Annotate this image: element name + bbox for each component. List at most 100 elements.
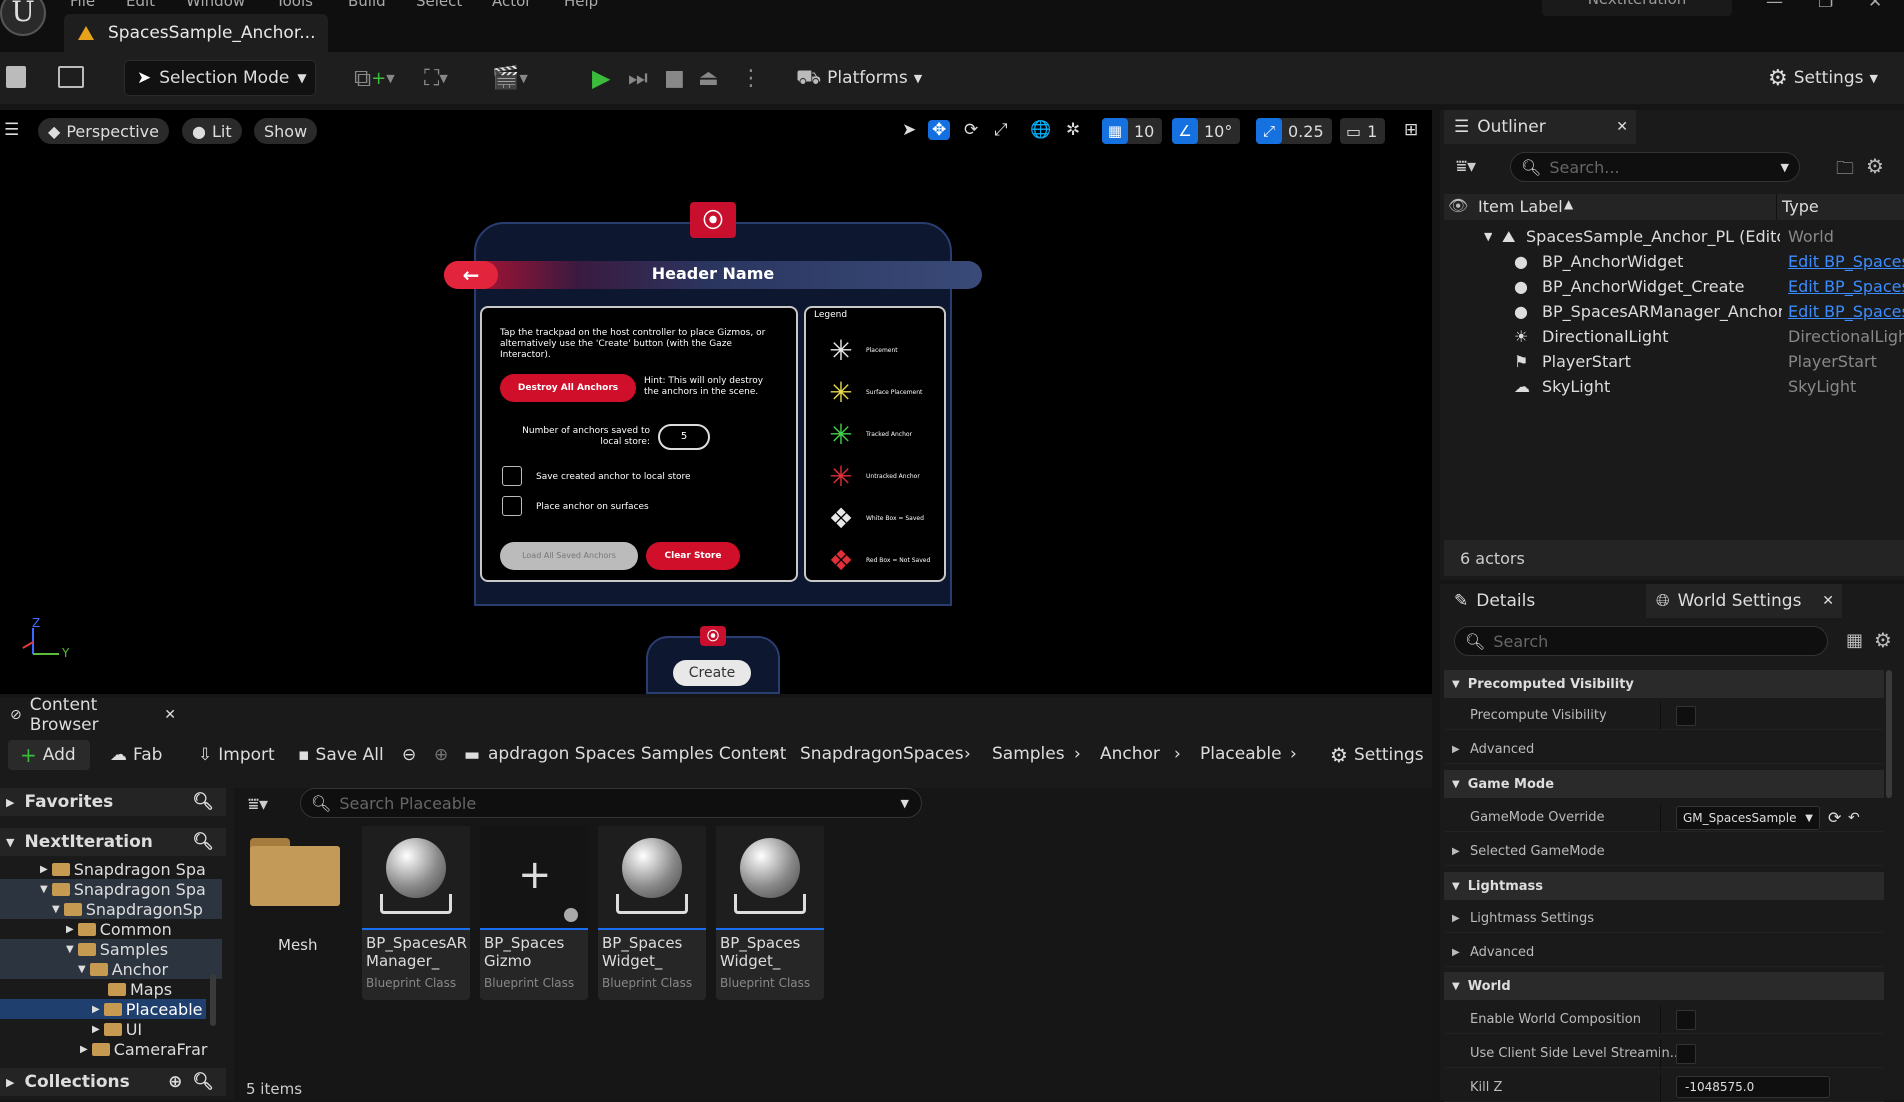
save-icon[interactable] (6, 66, 26, 88)
selection-mode-dropdown[interactable]: ➤ Selection Mode ▼ (124, 60, 316, 96)
chevron-down-icon[interactable]: ▼ (1484, 230, 1492, 243)
add-button[interactable]: + Add (8, 740, 90, 770)
col-type[interactable]: Type (1782, 197, 1819, 216)
more-options-icon[interactable]: ⋮ (740, 60, 762, 96)
add-collection-icon[interactable]: ⊕ (168, 1072, 182, 1092)
col-item-label[interactable]: Item Label (1478, 197, 1563, 216)
show-button[interactable]: Show (254, 118, 318, 144)
tree-item[interactable]: ▶ CameraFrar (0, 1039, 222, 1059)
blueprint-icon[interactable]: ⛶ ▼ (424, 60, 448, 96)
prop-selected-gamemode[interactable]: ▶ Selected GameMode (1444, 838, 1884, 866)
prop-advanced[interactable]: ▶ Advanced (1444, 736, 1884, 764)
eye-icon[interactable]: 👁︎ (1448, 196, 1468, 215)
asset-tile[interactable]: BP_Spaces Widget_ Blueprint Class (716, 826, 824, 1000)
platforms-dropdown[interactable]: ⛟ Platforms ▼ (796, 60, 922, 96)
rotate-tool-icon[interactable]: ⟳ (964, 120, 978, 140)
breadcrumb-item[interactable]: apdragon Spaces Samples Content (488, 744, 786, 764)
content-settings-button[interactable]: ⚙ Settings (1330, 740, 1424, 770)
details-search-input[interactable]: 🔍︎ Search (1454, 626, 1828, 656)
close-icon[interactable]: ✕ (1868, 0, 1882, 12)
back-nav-icon[interactable]: ⊖ (402, 740, 416, 770)
column-divider[interactable] (1776, 194, 1777, 220)
world-space-icon[interactable]: 🌐 (1030, 120, 1051, 140)
world-composition-checkbox[interactable] (1676, 1009, 1696, 1030)
menu-file[interactable]: File (70, 0, 95, 10)
edit-blueprint-link[interactable]: Edit BP_Spaces (1788, 302, 1904, 321)
tree-item-selected[interactable]: ▶ Placeable (0, 999, 206, 1019)
outliner-search-input[interactable]: 🔍︎ Search... ▼ (1510, 152, 1800, 182)
precompute-visibility-checkbox[interactable] (1676, 705, 1696, 726)
project-section[interactable]: ▼ NextIteration 🔍︎ (0, 828, 226, 856)
prop-advanced-lightmass[interactable]: ▶ Advanced (1444, 939, 1884, 967)
play-icon[interactable]: ▶ (592, 60, 610, 96)
folder-icon[interactable]: ▬ (464, 740, 480, 770)
surface-snap-icon[interactable]: ✲ (1066, 120, 1080, 140)
outliner-row[interactable]: ● BP_AnchorWidget Edit BP_Spaces (1440, 249, 1904, 274)
add-actor-icon[interactable]: ⧉ + ▼ (354, 60, 395, 96)
browse-icon[interactable] (58, 66, 84, 88)
add-folder-icon[interactable]: 🗀 (1836, 156, 1854, 186)
menu-build[interactable]: Build (348, 0, 386, 10)
cinematics-icon[interactable]: 🎬 ▼ (492, 60, 528, 96)
category-lightmass[interactable]: ▼ Lightmass (1444, 872, 1884, 900)
lit-button[interactable]: ● Lit (182, 118, 242, 144)
level-tab[interactable]: SpacesSample_Anchor... (64, 14, 328, 52)
close-icon[interactable]: ✕ (1822, 593, 1834, 609)
tree-item[interactable]: ▼ Snapdragon Spa (0, 879, 222, 899)
outliner-row[interactable]: ⚑ PlayerStart PlayerStart (1440, 349, 1904, 374)
load-saved-anchors-button[interactable]: Load All Saved Anchors (500, 542, 638, 570)
edit-blueprint-link[interactable]: Edit BP_Spaces (1788, 252, 1904, 271)
tree-item[interactable]: ▶ UI (0, 1019, 222, 1039)
import-button[interactable]: ⇩ Import (198, 740, 275, 770)
tree-item[interactable]: ▼ Samples (0, 939, 222, 959)
search-icon[interactable]: 🔍︎ (192, 1072, 214, 1092)
client-streaming-checkbox[interactable] (1676, 1043, 1696, 1064)
outliner-row-world[interactable]: ▼ ⛰ SpacesSample_Anchor_PL (Editor) Worl… (1440, 224, 1904, 249)
search-icon[interactable]: 🔍︎ (192, 832, 214, 852)
back-arrow-button[interactable]: ← (444, 261, 498, 289)
filter-icon[interactable]: ⩸▾ (248, 794, 268, 815)
scale-tool-icon[interactable]: ⤢ (994, 120, 1008, 140)
outliner-row[interactable]: ☀ DirectionalLight DirectionalLight (1440, 324, 1904, 349)
tree-item[interactable]: ▼ Anchor (0, 959, 222, 979)
eject-icon[interactable]: ⏏ (698, 60, 719, 96)
forward-nav-icon[interactable]: ⊕ (434, 740, 448, 770)
prop-lightmass-settings[interactable]: ▶ Lightmass Settings (1444, 905, 1884, 933)
kill-z-input[interactable]: -1048575.0 (1676, 1076, 1830, 1098)
gear-icon[interactable]: ⚙ (1866, 154, 1884, 178)
search-icon[interactable]: 🔍︎ (192, 792, 214, 812)
tree-scrollbar[interactable] (210, 974, 216, 1026)
gear-icon[interactable]: ⚙ (1874, 628, 1892, 652)
category-precomputed-visibility[interactable]: ▼ Precomputed Visibility (1444, 670, 1884, 698)
asset-tile[interactable]: + BP_Spaces Gizmo Blueprint Class (480, 826, 588, 1000)
asset-tile[interactable]: BP_SpacesAR Manager_ Blueprint Class (362, 826, 470, 1000)
grid-snap[interactable]: ▦ 10 (1102, 118, 1163, 144)
minimize-icon[interactable]: — (1766, 0, 1783, 12)
outliner-row[interactable]: ☁ SkyLight SkyLight (1440, 374, 1904, 399)
menu-window[interactable]: Window (186, 0, 245, 10)
perspective-button[interactable]: ◆ Perspective (38, 118, 169, 144)
translate-tool-icon[interactable]: ✥ (928, 120, 951, 140)
collections-section[interactable]: ▶ Collections ⊕ 🔍︎ (0, 1068, 226, 1096)
scale-snap[interactable]: ⤢ 0.25 (1256, 118, 1332, 144)
asset-search-input[interactable]: 🔍︎ Search Placeable ▼ (300, 788, 922, 818)
breadcrumb-item[interactable]: Samples (992, 744, 1065, 764)
close-icon[interactable]: ✕ (164, 707, 176, 723)
menu-select[interactable]: Select (416, 0, 462, 10)
breadcrumb-item[interactable]: Anchor (1100, 744, 1160, 764)
filter-icon[interactable]: ⩸▾ (1456, 156, 1476, 177)
folder-mesh[interactable] (250, 838, 342, 908)
settings-dropdown[interactable]: ⚙ Settings ▼ (1768, 60, 1878, 96)
reset-icon[interactable]: ↶ (1848, 810, 1860, 826)
world-settings-tab[interactable]: 🌐︎ World Settings ✕ (1646, 584, 1842, 618)
asset-tile[interactable]: BP_Spaces Widget_ Blueprint Class (598, 826, 706, 1000)
outliner-tab[interactable]: ☰ Outliner ✕ (1444, 110, 1636, 144)
table-view-icon[interactable]: ▦ (1846, 630, 1863, 651)
maximize-icon[interactable]: ❐ (1818, 0, 1833, 12)
tree-item[interactable]: Maps (0, 979, 222, 999)
menu-edit[interactable]: Edit (126, 0, 155, 10)
category-game-mode[interactable]: ▼ Game Mode (1444, 770, 1884, 798)
outliner-row[interactable]: ● BP_SpacesARManager_Anchor Edit BP_Spac… (1440, 299, 1904, 324)
menu-help[interactable]: Help (564, 0, 598, 10)
details-scrollbar[interactable] (1886, 670, 1892, 798)
